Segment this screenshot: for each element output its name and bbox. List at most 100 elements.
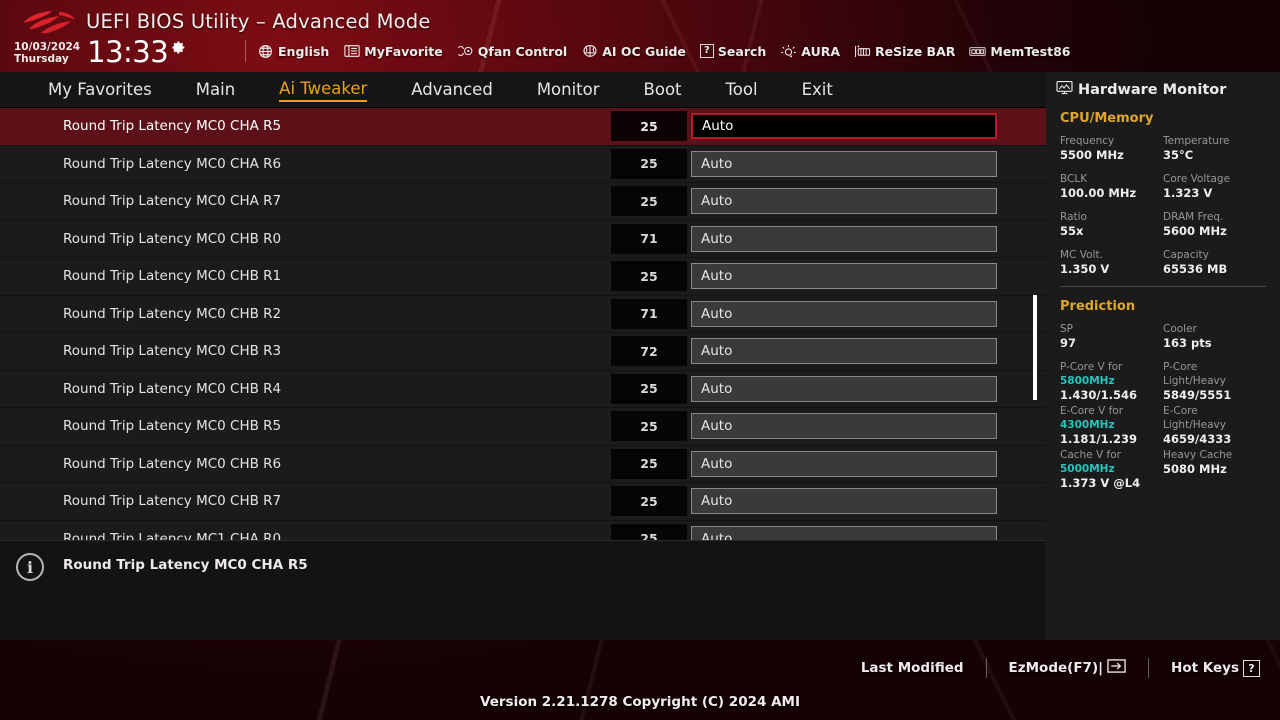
bios-screen: UEFI BIOS Utility – Advanced Mode 10/03/…	[0, 0, 1280, 720]
hwmon-cell: Frequency 5500 MHz	[1060, 134, 1163, 163]
gear-icon[interactable]	[169, 39, 186, 60]
setting-current-value: 25	[611, 186, 687, 217]
setting-input[interactable]: Auto	[691, 225, 997, 252]
setting-current-value: 25	[611, 261, 687, 292]
toolbar-item-aura[interactable]: AURA	[780, 44, 840, 59]
current-date: 10/03/2024	[14, 41, 81, 53]
hwmon-key: SP	[1060, 323, 1073, 335]
toolbar-item-resize-bar[interactable]: ReSize BAR	[854, 44, 955, 59]
ezmode-button[interactable]: EzMode(F7)|	[1009, 658, 1127, 678]
hwmon-prediction-detail: P-Core V for 5800MHz 1.430/1.546 P-Core …	[1060, 360, 1266, 491]
last-modified-button[interactable]: Last Modified	[861, 660, 964, 676]
setting-input[interactable]: Auto	[691, 375, 997, 402]
toolbar-item-ai-oc-guide[interactable]: AI OC Guide	[581, 44, 686, 59]
table-row[interactable]: Round Trip Latency MC0 CHB R4 25 Auto	[0, 371, 1046, 408]
hwmon-key-2: Light/Heavy	[1163, 375, 1226, 387]
setting-input[interactable]: Auto	[691, 188, 997, 215]
setting-label: Round Trip Latency MC0 CHB R0	[63, 230, 282, 247]
hwmon-cell: E-Core Light/Heavy 4659/4333	[1163, 404, 1266, 447]
tab-my-favorites[interactable]: My Favorites	[48, 80, 152, 101]
setting-input[interactable]: Auto	[691, 488, 997, 515]
info-icon: i	[16, 553, 44, 581]
rog-logo-icon	[18, 9, 78, 37]
setting-input[interactable]: Auto	[691, 338, 997, 365]
hwmon-divider	[1060, 286, 1266, 287]
hwmon-accent-value: 5000MHz	[1060, 463, 1115, 475]
hardware-monitor-label: Hardware Monitor	[1078, 81, 1227, 98]
toolbar-item-english[interactable]: English	[257, 44, 329, 59]
hwmon-value: 1.181/1.239	[1060, 432, 1137, 446]
settings-list[interactable]: Round Trip Latency MC0 CHA R5 25 Auto Ro…	[0, 108, 1046, 540]
scrollbar-thumb[interactable]	[1033, 295, 1037, 400]
setting-label: Round Trip Latency MC0 CHA R7	[63, 193, 282, 210]
hwmon-key: P-Core V for	[1060, 361, 1123, 373]
tab-exit[interactable]: Exit	[802, 80, 833, 101]
toolbar-label: MyFavorite	[364, 43, 443, 59]
table-row[interactable]: Round Trip Latency MC0 CHA R7 25 Auto	[0, 183, 1046, 221]
setting-input[interactable]: Auto	[691, 450, 997, 477]
table-row[interactable]: Round Trip Latency MC0 CHB R5 25 Auto	[0, 408, 1046, 446]
help-bar: i Round Trip Latency MC0 CHA R5	[0, 540, 1046, 640]
setting-current-value: 25	[611, 448, 687, 479]
table-row[interactable]: Round Trip Latency MC0 CHB R3 72 Auto	[0, 333, 1046, 371]
table-row[interactable]: Round Trip Latency MC0 CHB R0 71 Auto	[0, 221, 1046, 258]
hwmon-value: 5849/5551	[1163, 388, 1232, 402]
setting-input[interactable]: Auto	[691, 150, 997, 177]
hwmon-value: 5080 MHz	[1163, 462, 1227, 476]
hwmon-row: Ratio 55x DRAM Freq. 5600 MHz	[1060, 210, 1266, 239]
setting-current-value: 25	[611, 111, 687, 142]
table-row[interactable]: Round Trip Latency MC1 CHA R0 25 Auto	[0, 521, 1046, 540]
setting-input[interactable]: Auto	[691, 300, 997, 327]
hwmon-key-2: Light/Heavy	[1163, 419, 1226, 431]
hwmon-accent-value: 4300MHz	[1060, 419, 1115, 431]
toolbar-item-memtest86[interactable]: MemTest86	[969, 44, 1070, 59]
arrow-right-box-icon	[1107, 658, 1126, 678]
footer-divider	[985, 658, 987, 678]
hwmon-detail-row: P-Core V for 5800MHz 1.430/1.546 P-Core …	[1060, 360, 1266, 403]
hot-keys-label: Hot Keys	[1171, 660, 1239, 676]
setting-label: Round Trip Latency MC0 CHB R7	[63, 493, 282, 510]
tab-boot[interactable]: Boot	[644, 80, 682, 101]
toolbar-label: AURA	[801, 43, 841, 59]
table-row[interactable]: Round Trip Latency MC0 CHB R7 25 Auto	[0, 483, 1046, 521]
setting-input[interactable]: Auto	[691, 413, 997, 440]
toolbar-item-search[interactable]: ? Search	[699, 44, 766, 59]
hwmon-row: SP 97 Cooler 163 pts	[1060, 322, 1266, 351]
setting-current-value: 71	[611, 223, 687, 254]
table-row[interactable]: Round Trip Latency MC0 CHA R5 25 Auto	[0, 108, 1046, 146]
hwmon-key: Heavy Cache	[1163, 449, 1233, 461]
lighting-icon	[780, 44, 797, 59]
table-row[interactable]: Round Trip Latency MC0 CHB R1 25 Auto	[0, 258, 1046, 296]
setting-input[interactable]: Auto	[691, 113, 997, 140]
favorites-list-icon	[343, 44, 360, 59]
toolbar-item-myfavorite[interactable]: MyFavorite	[343, 43, 443, 59]
hwmon-cell: MC Volt. 1.350 V	[1060, 248, 1163, 277]
tab-monitor[interactable]: Monitor	[537, 80, 600, 101]
table-row[interactable]: Round Trip Latency MC0 CHA R6 25 Auto	[0, 146, 1046, 183]
setting-current-value: 25	[611, 373, 687, 404]
hwmon-cpu-memory-grid: Frequency 5500 MHz Temperature 35°C BCLK…	[1060, 134, 1266, 277]
tab-ai-tweaker[interactable]: Ai Tweaker	[279, 79, 368, 102]
table-row[interactable]: Round Trip Latency MC0 CHB R6 25 Auto	[0, 446, 1046, 483]
setting-label: Round Trip Latency MC1 CHA R0	[63, 530, 282, 540]
setting-input[interactable]: Auto	[691, 525, 997, 540]
hwmon-key: Ratio	[1060, 211, 1087, 223]
setting-current-value: 25	[611, 148, 687, 179]
hwmon-accent-value: 5800MHz	[1060, 375, 1115, 387]
toolbar-label: AI OC Guide	[602, 43, 686, 59]
hwmon-section-cpu-memory: CPU/Memory	[1060, 111, 1154, 126]
tab-advanced[interactable]: Advanced	[411, 80, 493, 101]
tab-tool[interactable]: Tool	[726, 80, 758, 101]
hwmon-cell: Core Voltage 1.323 V	[1163, 172, 1266, 201]
monitor-icon	[1056, 80, 1073, 99]
hot-keys-button[interactable]: Hot Keys ?	[1171, 659, 1260, 677]
app-title: UEFI BIOS Utility – Advanced Mode	[86, 10, 431, 33]
date-time-display[interactable]: 10/03/2024 Thursday 13:33	[14, 38, 186, 67]
setting-input[interactable]: Auto	[691, 263, 997, 290]
toolbar-item-qfan-control[interactable]: Qfan Control	[457, 44, 567, 59]
hwmon-cell: Ratio 55x	[1060, 210, 1163, 239]
setting-current-value: 71	[611, 298, 687, 329]
resize-bar-icon	[854, 44, 871, 59]
table-row[interactable]: Round Trip Latency MC0 CHB R2 71 Auto	[0, 296, 1046, 333]
tab-main[interactable]: Main	[196, 80, 235, 101]
